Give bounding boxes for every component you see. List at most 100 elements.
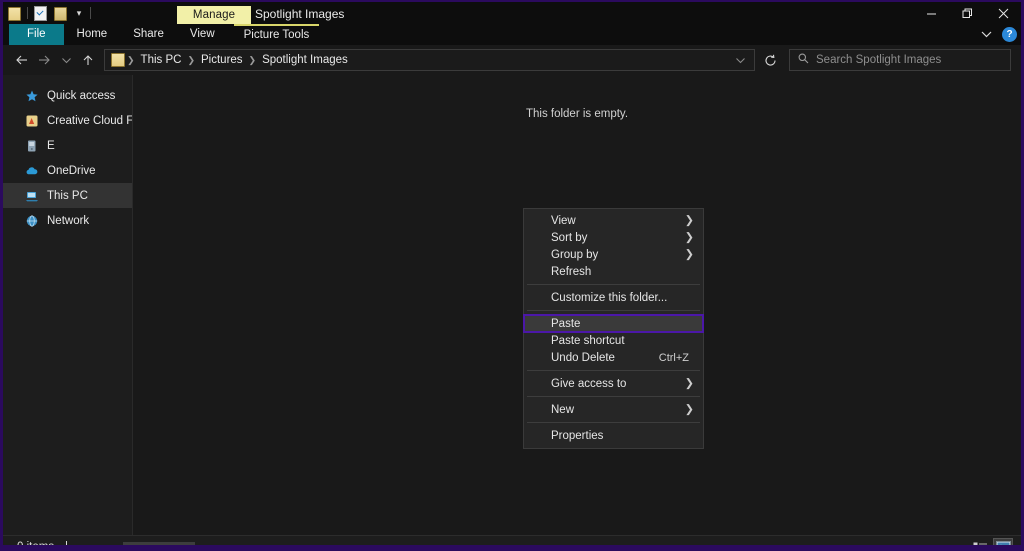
menu-item-undo-delete[interactable]: Undo Delete Ctrl+Z: [524, 349, 703, 366]
chevron-down-icon[interactable]: [728, 49, 752, 71]
folder-icon[interactable]: [53, 6, 68, 21]
empty-folder-message: This folder is empty.: [525, 108, 629, 120]
menu-item-customize-this-folder[interactable]: Customize this folder...: [524, 289, 703, 306]
menu-item-paste[interactable]: Paste: [523, 314, 704, 333]
menu-item-properties[interactable]: Properties: [524, 427, 703, 444]
star-icon: [25, 89, 39, 103]
computer-icon: [25, 189, 39, 203]
up-icon[interactable]: [77, 49, 99, 71]
menu-separator: [527, 284, 700, 285]
sidebar-item-label: This PC: [47, 189, 88, 202]
toolbar-divider-2: [90, 7, 91, 19]
large-icons-view-button[interactable]: [993, 538, 1013, 545]
menu-item-view[interactable]: View ❯: [524, 212, 703, 229]
menu-item-label: Undo Delete: [551, 351, 615, 364]
breadcrumb-spotlight-images[interactable]: Spotlight Images: [258, 54, 352, 66]
tab-share[interactable]: Share: [120, 24, 177, 45]
sidebar-item-creative-cloud-files[interactable]: Creative Cloud Files: [3, 108, 151, 133]
sidebar-item-label: OneDrive: [47, 164, 96, 177]
menu-item-label: View: [551, 214, 576, 227]
item-count: 0 items: [17, 541, 54, 546]
sidebar-item-label: E: [47, 139, 55, 152]
menu-separator: [527, 396, 700, 397]
navigation-pane: Quick access Creative Cloud Files E OneD…: [3, 75, 151, 535]
menu-item-label: New: [551, 403, 575, 416]
toolbar-divider: [27, 7, 28, 19]
chevron-down-icon[interactable]: ▾: [73, 6, 85, 21]
breadcrumb-separator[interactable]: ❯: [247, 55, 259, 66]
recent-locations-icon[interactable]: [55, 49, 77, 71]
creative-cloud-icon: [25, 114, 39, 128]
explorer-body: Quick access Creative Cloud Files E OneD…: [3, 75, 1021, 535]
breadcrumb-pictures[interactable]: Pictures: [197, 54, 247, 66]
breadcrumb-separator: ❯: [127, 54, 135, 65]
tab-view[interactable]: View: [177, 24, 228, 45]
details-view-button[interactable]: [970, 538, 990, 545]
drive-icon: [25, 139, 39, 153]
address-bar-actions: [728, 49, 752, 71]
ribbon-tabs: File Home Share View Picture Tools: [3, 24, 1021, 45]
help-button[interactable]: ?: [1002, 27, 1017, 42]
menu-item-sort-by[interactable]: Sort by ❯: [524, 229, 703, 246]
minimize-button[interactable]: [913, 2, 949, 24]
chevron-right-icon: ❯: [684, 214, 694, 226]
sidebar-item-label: Network: [47, 214, 90, 227]
menu-item-label: Properties: [551, 429, 604, 442]
search-input[interactable]: Search Spotlight Images: [789, 49, 1011, 71]
properties-icon[interactable]: [7, 6, 22, 21]
network-icon: [25, 214, 39, 228]
tab-home[interactable]: Home: [64, 24, 121, 45]
ribbon-tab-strip: File Home Share View Picture Tools ?: [3, 24, 1021, 45]
refresh-icon[interactable]: [759, 49, 781, 71]
sidebar-item-network[interactable]: Network: [3, 208, 132, 233]
menu-separator: [527, 422, 700, 423]
window-controls: [913, 2, 1021, 24]
menu-item-label: Paste shortcut: [551, 334, 625, 347]
search-placeholder: Search Spotlight Images: [816, 54, 942, 66]
search-icon: [798, 51, 809, 69]
ribbon-right-controls: ?: [976, 24, 1017, 45]
sidebar-item-e[interactable]: E: [3, 133, 132, 158]
menu-item-refresh[interactable]: Refresh: [524, 263, 703, 280]
address-bar[interactable]: ❯ This PC ❯ Pictures ❯ Spotlight Images: [104, 49, 755, 71]
contextual-tab-group-label: Manage: [177, 6, 251, 24]
menu-item-label: Refresh: [551, 265, 592, 278]
folder-icon: [111, 53, 125, 67]
menu-separator: [527, 370, 700, 371]
new-folder-icon[interactable]: [33, 5, 48, 21]
menu-item-paste-shortcut[interactable]: Paste shortcut: [524, 332, 703, 349]
sidebar-item-label: Quick access: [47, 89, 116, 102]
back-icon[interactable]: [11, 49, 33, 71]
menu-item-label: Give access to: [551, 377, 627, 390]
menu-item-shortcut: Ctrl+Z: [658, 351, 689, 364]
sidebar-item-this-pc[interactable]: This PC: [3, 183, 132, 208]
menu-item-new[interactable]: New ❯: [524, 401, 703, 418]
menu-item-label: Customize this folder...: [551, 291, 668, 304]
cloud-icon: [25, 164, 39, 178]
menu-item-give-access-to[interactable]: Give access to ❯: [524, 375, 703, 392]
address-bar-row: ❯ This PC ❯ Pictures ❯ Spotlight Images: [3, 45, 1021, 75]
chevron-right-icon: ❯: [684, 403, 694, 415]
tab-picture-tools[interactable]: Picture Tools: [233, 24, 320, 45]
text-caret: [66, 540, 68, 545]
breadcrumb-this-pc[interactable]: This PC: [137, 54, 186, 66]
taskbar-sliver: [123, 542, 195, 545]
close-button[interactable]: [985, 2, 1021, 24]
file-explorer-window: ▾ Manage Spotlight Images File Home Shar…: [0, 0, 1024, 551]
sidebar-item-quick-access[interactable]: Quick access: [3, 83, 132, 108]
menu-item-label: Sort by: [551, 231, 588, 244]
quick-access-toolbar: ▾: [7, 4, 91, 22]
title-bar: ▾ Manage Spotlight Images: [3, 2, 1021, 24]
tab-file[interactable]: File: [9, 24, 64, 45]
breadcrumb-separator[interactable]: ❯: [185, 55, 197, 66]
restore-button[interactable]: [949, 2, 985, 24]
menu-item-group-by[interactable]: Group by ❯: [524, 246, 703, 263]
forward-icon[interactable]: [33, 49, 55, 71]
sidebar-item-onedrive[interactable]: OneDrive: [3, 158, 132, 183]
view-toggle-group: [970, 538, 1013, 545]
file-list-area[interactable]: This folder is empty. View ❯ Sort by ❯ G…: [132, 75, 1021, 535]
chevron-down-icon[interactable]: [976, 25, 996, 45]
chevron-right-icon: ❯: [684, 231, 694, 243]
menu-separator: [527, 310, 700, 311]
menu-item-label: Group by: [551, 248, 599, 261]
